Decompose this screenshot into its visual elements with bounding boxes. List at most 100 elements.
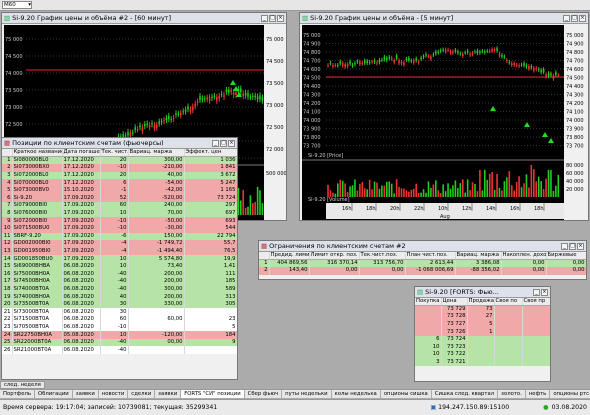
minimize-button[interactable]: _ <box>212 139 219 147</box>
positions-row[interactable]: 21 Si73000BT0A 06.08.2020 30 <box>2 308 237 317</box>
chart2-plot[interactable]: 75 000 74 900 74 800 74 700 74 600 74 500 74 4… <box>302 25 564 220</box>
orderbook-row[interactable]: 73 726 1 <box>415 328 550 336</box>
workspace-tab[interactable]: FORTS "СИ" позиции <box>181 390 245 398</box>
close-button[interactable]: × <box>577 242 584 250</box>
workspace-tab[interactable]: заявки <box>155 390 182 398</box>
candle-body <box>449 51 452 53</box>
close-button[interactable]: × <box>579 14 586 22</box>
positions-row[interactable]: 8 Si076000BI0 17.09.2020 10 70,00 697 <box>2 209 237 218</box>
orderbook-row[interactable]: 10 73 723 <box>415 343 550 352</box>
positions-row[interactable]: 10 Si071500BU0 17.09.2020 -10 -30,00 544 <box>2 224 237 233</box>
chart-window-5min[interactable]: ▥ Si-9.20 График цены и объёма - [5 мину… <box>299 12 589 221</box>
maximize-button[interactable]: □ <box>569 242 576 250</box>
workspace-tab[interactable]: нефть <box>526 390 551 398</box>
orderbook-window[interactable]: ▤ Si-9.20 [FORTS: Фью... _ × Покупка Цена П… <box>414 286 551 382</box>
volume-bar <box>484 169 486 197</box>
positions-window[interactable]: ▦ Позиции по клиентским счетам (фьючерсы… <box>1 137 238 380</box>
positions-cell: 1 841 <box>184 164 237 172</box>
close-button[interactable]: × <box>228 139 235 147</box>
orderbook-row[interactable]: 73 728 27 <box>415 313 550 321</box>
orderbook-row[interactable]: 3 73 721 <box>415 358 550 367</box>
positions-row[interactable]: 22 Si71500BT0A 06.08.2020 60 60,00 23 <box>2 316 237 324</box>
maximize-button[interactable]: □ <box>571 14 578 22</box>
positions-row[interactable]: 3 Si072000BL0 17.12.2020 20 40,00 3 672 <box>2 171 237 180</box>
orderbook-row[interactable]: 73 729 73 <box>415 305 550 314</box>
positions-row[interactable]: 2 Si073000BX0 17.12.2020 -10 -210,00 1 841 <box>2 164 237 172</box>
workspace-tab[interactable]: заявки <box>73 390 99 398</box>
positions-row[interactable]: 19 Si74000BH0A 06.08.2020 40 200,00 313 <box>2 293 237 301</box>
positions-row[interactable]: 11 SBRF-9.20 17.09.2020 -6 150,00 22 794 <box>2 232 237 241</box>
time-tick-label: 14h <box>486 206 496 212</box>
orderbook-row[interactable]: 10 73 722 <box>415 351 550 359</box>
positions-row[interactable]: 12 GD002000BI0 17.09.2020 -4 -1 749,72 55,7 <box>2 240 237 248</box>
workspace-tab[interactable]: новости <box>99 390 129 398</box>
maximize-button[interactable]: □ <box>269 14 276 22</box>
positions-row[interactable]: 13 GD001950BI0 17.09.2020 -4 -1 494,40 76,5 <box>2 247 237 256</box>
right-price-label: 75 000 <box>566 33 584 39</box>
subtab-next-week[interactable]: след. неделя <box>0 381 45 389</box>
interval-select[interactable]: M60 ▾ <box>2 1 32 9</box>
workspace-tab[interactable]: путы недельки <box>282 390 332 398</box>
workspace-tab[interactable]: сделки <box>128 390 156 398</box>
positions-row[interactable]: 26 SR21000BT0A 06.08.2020 -40 <box>2 346 237 355</box>
positions-row[interactable]: 17 Si74500BH0A 06.08.2020 -40 200,00 185 <box>2 278 237 286</box>
chart1-titlebar[interactable]: ▥ Si-9.20 График цены и объёма #2 - [60 … <box>2 13 286 24</box>
limits-titlebar[interactable]: ▦ Ограничения по клиентским счетам #2 _ □… <box>259 241 586 252</box>
limits-cell: -88 356,02 <box>455 267 502 275</box>
orderbook-row[interactable]: 73 727 5 <box>415 320 550 329</box>
minimize-button[interactable]: _ <box>563 14 570 22</box>
close-button[interactable]: × <box>277 14 284 22</box>
positions-row[interactable]: 9 Si072000BI0 17.09.2020 -10 -50,00 693 <box>2 217 237 225</box>
positions-row[interactable]: 20 Si73500BT0A 06.08.2020 30 330,00 305 <box>2 300 237 309</box>
positions-row[interactable]: 24 SR22750BH0A 05.08.2020 10 -120,00 184 <box>2 331 237 339</box>
workspace-tab[interactable]: Облигации <box>35 390 73 398</box>
minimize-button[interactable]: _ <box>261 14 268 22</box>
limits-column-header: Тек.чист.поз. <box>359 252 406 261</box>
candle-body <box>398 60 400 64</box>
maximize-button[interactable]: □ <box>220 139 227 147</box>
positions-cell: 589 <box>184 285 237 294</box>
positions-row[interactable]: 23 Si70500BT0A 06.08.2020 -10 5 <box>2 323 237 332</box>
limits-row[interactable]: 2 143,40 0,00 0,00 -1 068 006,69 -88 356,02 0,… <box>259 267 586 275</box>
orderbook-titlebar[interactable]: ▤ Si-9.20 [FORTS: Фью... _ × <box>415 287 550 298</box>
minimize-button[interactable]: _ <box>533 288 540 296</box>
workspace-tab[interactable]: колы неделька <box>332 390 381 398</box>
positions-row[interactable]: 5 Si073000BV0 15.10.2020 -1 -42,00 1 165 <box>2 186 237 195</box>
volume-bar <box>252 203 254 215</box>
limits-window[interactable]: ▦ Ограничения по клиентским счетам #2 _ □… <box>258 240 587 280</box>
positions-row[interactable]: 15 Si69000BHBA 06.08.2020 10 73,40 1,41 <box>2 262 237 271</box>
workspace-tab[interactable]: опционы ртс <box>550 390 590 398</box>
orderbook-cell <box>522 313 550 321</box>
volume-bar <box>395 179 398 197</box>
positions-row[interactable]: 25 SR22000BT0A 06.08.2020 -40 00,00 9 <box>2 338 237 347</box>
volume-bar <box>400 188 403 197</box>
positions-cell: -1 494,40 <box>128 247 185 256</box>
orderbook-cell: 5 <box>467 320 495 329</box>
workspace-tab[interactable]: Сбер фьюч <box>245 390 283 398</box>
limits-row[interactable]: 1 404 869,56 316 370,14 313 756,70 2 613,44 3… <box>259 259 586 268</box>
volume-bar <box>498 187 501 197</box>
candle-body <box>228 89 230 93</box>
workspace-tab[interactable]: Портфель <box>0 390 35 398</box>
positions-row[interactable]: 7 Si079000BI0 17.09.2020 60 240,00 297 <box>2 202 237 210</box>
orderbook-row[interactable]: 6 73 724 <box>415 335 550 344</box>
minimize-button[interactable]: _ <box>561 242 568 250</box>
workspace-tab[interactable]: золото. <box>498 390 526 398</box>
positions-row[interactable]: 16 Si75000BH0A 06.08.2020 -40 200,00 111 <box>2 270 237 279</box>
positions-row[interactable]: 6 Si-9.20 17.09.2020 52 -520,00 73 724 <box>2 194 237 203</box>
positions-row[interactable]: 1 Si080000BL0 17.12.2020 20 300,00 1 036 <box>2 156 237 165</box>
positions-row[interactable]: 4 Si070000BL0 17.12.2020 6 -54,00 5 247 <box>2 179 237 187</box>
workspace-tab[interactable]: опционы сишка <box>381 390 432 398</box>
positions-row[interactable]: 18 Si74000BT0A 06.08.2020 -40 300,00 589 <box>2 285 237 294</box>
chart1-right-axis: 75 000 74 500 73 500 73 000 72 500 72 000 500 … <box>265 25 286 220</box>
positions-titlebar[interactable]: ▦ Позиции по клиентским счетам (фьючерсы… <box>2 138 237 149</box>
price-legend: Si-9.20 [Price] <box>308 153 343 159</box>
workspace-tab[interactable]: Сишка след. квартал <box>432 390 499 398</box>
positions-cell: Si080000BL0 <box>12 156 63 165</box>
volume-bar <box>415 183 417 197</box>
volume-bar <box>361 182 364 197</box>
chart2-titlebar[interactable]: ▥ Si-9.20 График цены и объёма - [5 мину… <box>300 13 588 24</box>
close-button[interactable]: × <box>541 288 548 296</box>
volume-bar <box>393 193 395 197</box>
positions-row[interactable]: 14 GD001850BU0 17.09.2020 10 5 574,80 19,9 <box>2 255 237 263</box>
